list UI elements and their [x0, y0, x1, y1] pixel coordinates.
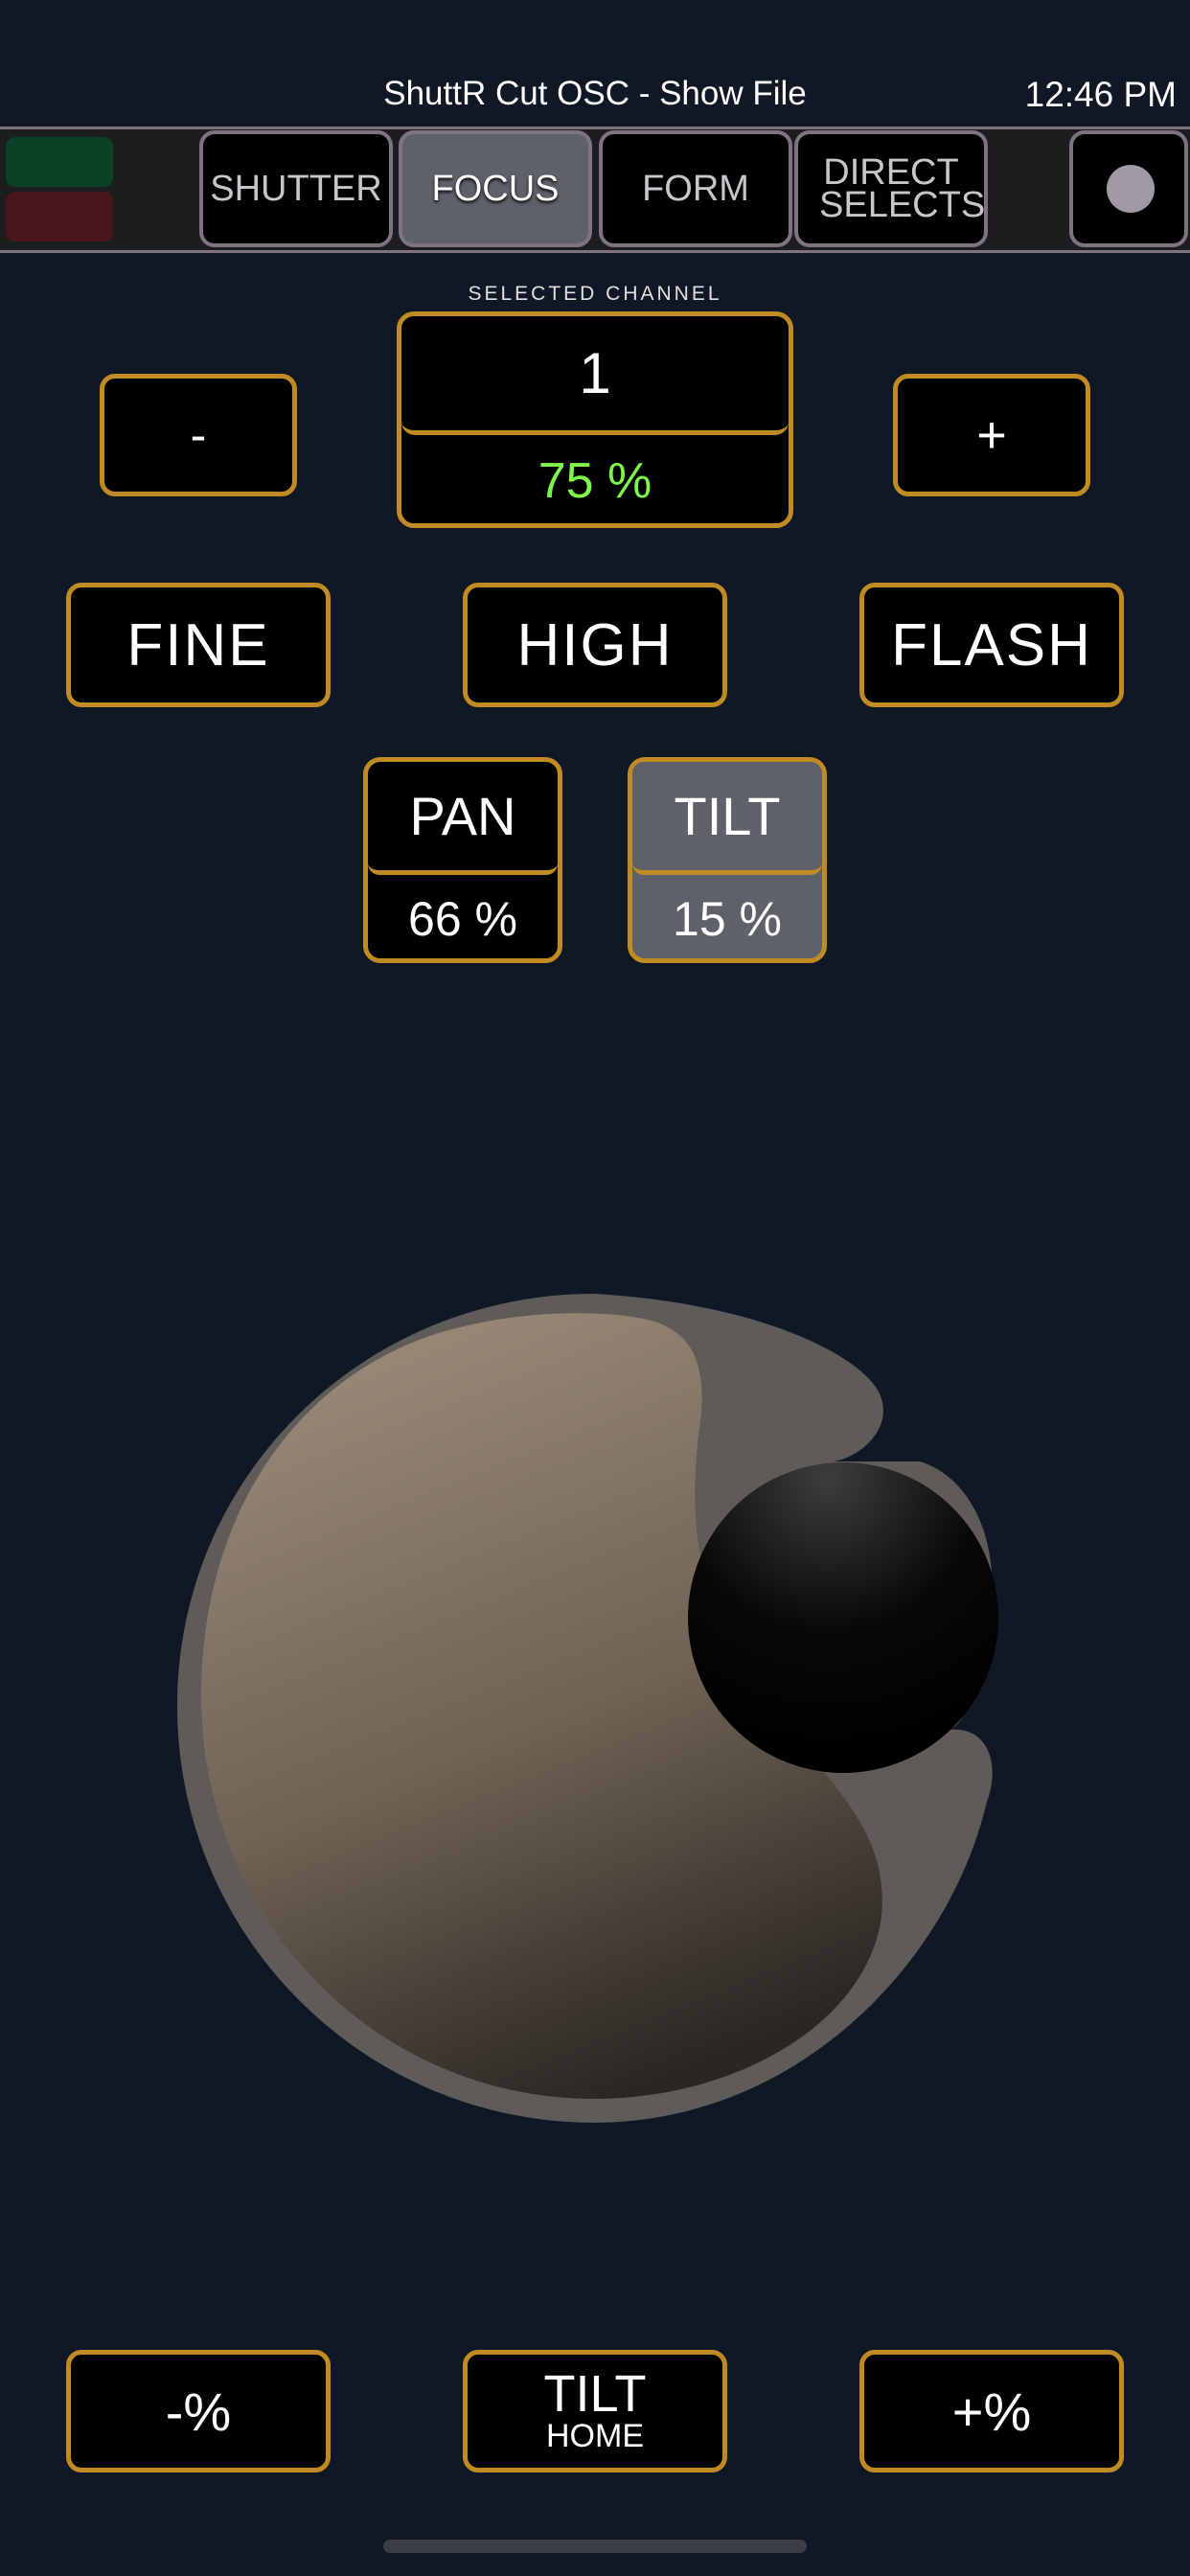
- channel-increment-button[interactable]: +: [893, 374, 1090, 496]
- flash-button[interactable]: FLASH: [859, 583, 1124, 707]
- app-title: ShuttR Cut OSC - Show File: [383, 75, 807, 112]
- record-dot-icon: [1107, 165, 1155, 213]
- percent-decrease-button[interactable]: -%: [66, 2350, 331, 2472]
- tab-direct-selects-label: DIRECT SELECTS: [819, 152, 986, 225]
- tab-direct-selects[interactable]: DIRECT SELECTS: [794, 130, 988, 247]
- tilt-value: 15 %: [673, 892, 782, 946]
- channel-number[interactable]: 1: [401, 316, 789, 435]
- percent-increase-button[interactable]: +%: [859, 2350, 1124, 2472]
- fine-button[interactable]: FINE: [66, 583, 331, 707]
- pan-label[interactable]: PAN: [368, 762, 558, 875]
- channel-level: 75 %: [538, 453, 652, 509]
- tilt-home-main-label: TILT: [543, 2365, 647, 2423]
- tab-shutter[interactable]: SHUTTER: [199, 130, 393, 247]
- connection-indicator-red: [6, 192, 113, 242]
- top-toolbar: [0, 126, 1190, 253]
- tab-focus[interactable]: FOCUS: [399, 130, 592, 247]
- channel-decrement-button[interactable]: -: [100, 374, 297, 496]
- selected-channel-label: SELECTED CHANNEL: [468, 283, 722, 305]
- focus-joystick[interactable]: [172, 1284, 1006, 2128]
- tab-form[interactable]: FORM: [599, 130, 792, 247]
- high-button[interactable]: HIGH: [463, 583, 727, 707]
- pan-value: 66 %: [408, 892, 517, 946]
- clock: 12:46 PM: [1024, 75, 1177, 114]
- tilt-label[interactable]: TILT: [632, 762, 822, 875]
- tilt-home-sub-label: HOME: [546, 2418, 644, 2454]
- joystick-handle[interactable]: [688, 1462, 998, 1773]
- connection-indicator-green: [6, 137, 113, 187]
- home-indicator[interactable]: [383, 2540, 807, 2553]
- tilt-home-button[interactable]: TILT HOME: [463, 2350, 727, 2472]
